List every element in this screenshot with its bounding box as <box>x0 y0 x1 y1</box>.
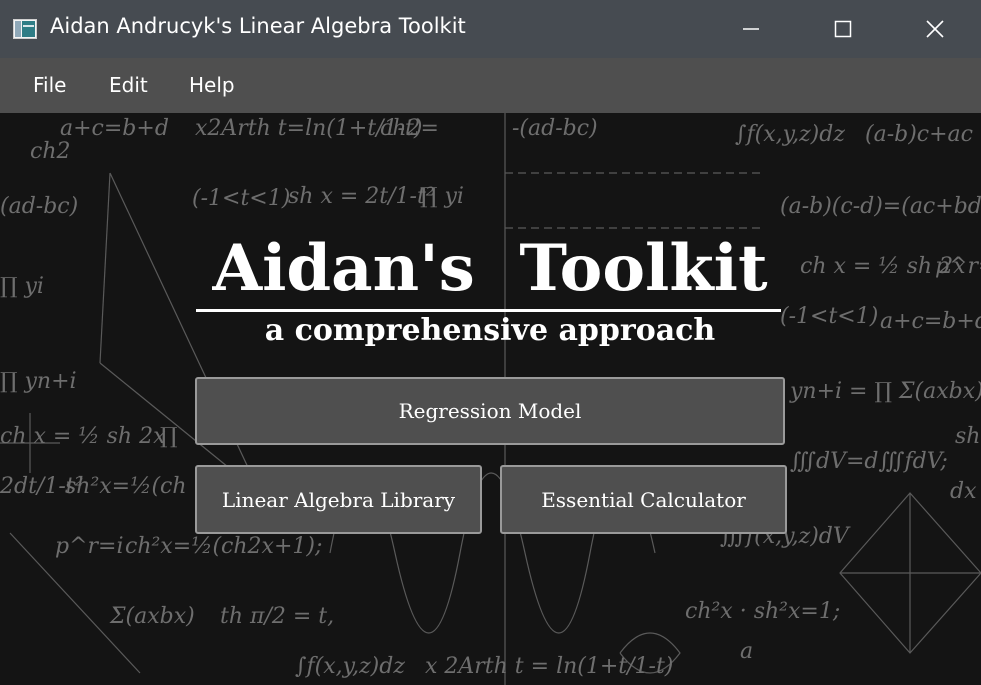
bg-formula: sh²x=½(ch <box>65 474 187 499</box>
bg-formula: ∏ yi <box>420 184 464 209</box>
maximize-icon <box>834 20 852 38</box>
linear-algebra-library-button[interactable]: Linear Algebra Library <box>195 465 482 534</box>
bg-formula: sh x = 2t/1-t² <box>288 184 435 209</box>
bg-formula: ∏ yi <box>0 274 44 299</box>
bg-formula: x 2Arth t = ln(1+t/1-t) <box>425 654 673 679</box>
close-button[interactable] <box>889 0 981 58</box>
bg-formula: yn+i = ∏ Σ(axbx) <box>789 379 981 404</box>
bg-formula: ∭dV=d∭fdV; <box>790 449 948 474</box>
bg-formula: th π/2 = t, <box>220 604 334 629</box>
bg-formula: a+c=b+d <box>880 309 981 334</box>
bg-formula: (a-b)c+ac <box>865 122 973 147</box>
bg-formula: a <box>740 639 753 664</box>
main-content: a+c=b+d x2Arth t=ln(1+t/1-t) ch2= -(ad-b… <box>0 113 981 685</box>
app-window: Aidan Andrucyk's Linear Algebra Toolkit … <box>0 0 981 685</box>
bg-formula: a+c=b+d <box>60 116 169 141</box>
menu-help[interactable]: Help <box>189 73 235 97</box>
regression-model-button[interactable]: Regression Model <box>195 377 785 445</box>
window-title: Aidan Andrucyk's Linear Algebra Toolkit <box>50 14 466 38</box>
bg-formula: p^r=i <box>55 534 124 559</box>
bg-formula: ch x = ½ sh 2x <box>0 424 166 449</box>
bg-formula: ch²x · sh²x=1; <box>685 599 840 624</box>
bg-formula: ∫f(x,y,z)dz <box>295 654 405 679</box>
bg-formula: -(ad-bc) <box>512 116 598 141</box>
bg-formula: (-1<t<1) <box>192 186 290 211</box>
app-window-icon <box>13 19 37 39</box>
bg-formula: sh <box>955 424 980 449</box>
page-subtitle: a comprehensive approach <box>264 313 716 348</box>
close-icon <box>926 20 944 38</box>
menu-file[interactable]: File <box>33 73 66 97</box>
menu-bar: File Edit Help <box>0 58 981 113</box>
essential-calculator-button[interactable]: Essential Calculator <box>500 465 787 534</box>
menu-edit[interactable]: Edit <box>109 73 148 97</box>
page-title: Aidan's Toolkit <box>212 231 768 306</box>
bg-formula: ch²x=½(ch2x+1); <box>125 534 322 559</box>
title-underline <box>196 309 781 312</box>
bg-formula: ∏ yn+i <box>0 369 77 394</box>
bg-formula: ch2= <box>380 116 439 141</box>
bg-formula: ∏ <box>160 424 178 449</box>
minimize-icon <box>743 28 759 30</box>
bg-formula: Σ(axbx) <box>109 604 195 629</box>
minimize-button[interactable] <box>705 0 797 58</box>
bg-formula: dx <box>950 479 977 504</box>
bg-formula: ch2 <box>30 139 71 164</box>
bg-formula: (a-b)(c-d)=(ac+bd) <box>780 194 981 219</box>
bg-formula: ∫f(x,y,z)dz <box>735 122 845 147</box>
maximize-button[interactable] <box>797 0 889 58</box>
title-bar[interactable]: Aidan Andrucyk's Linear Algebra Toolkit <box>0 0 981 58</box>
bg-formula: (-1<t<1) <box>780 304 878 329</box>
bg-formula: p^r=i <box>935 254 981 279</box>
bg-formula: (ad-bc) <box>0 194 78 219</box>
